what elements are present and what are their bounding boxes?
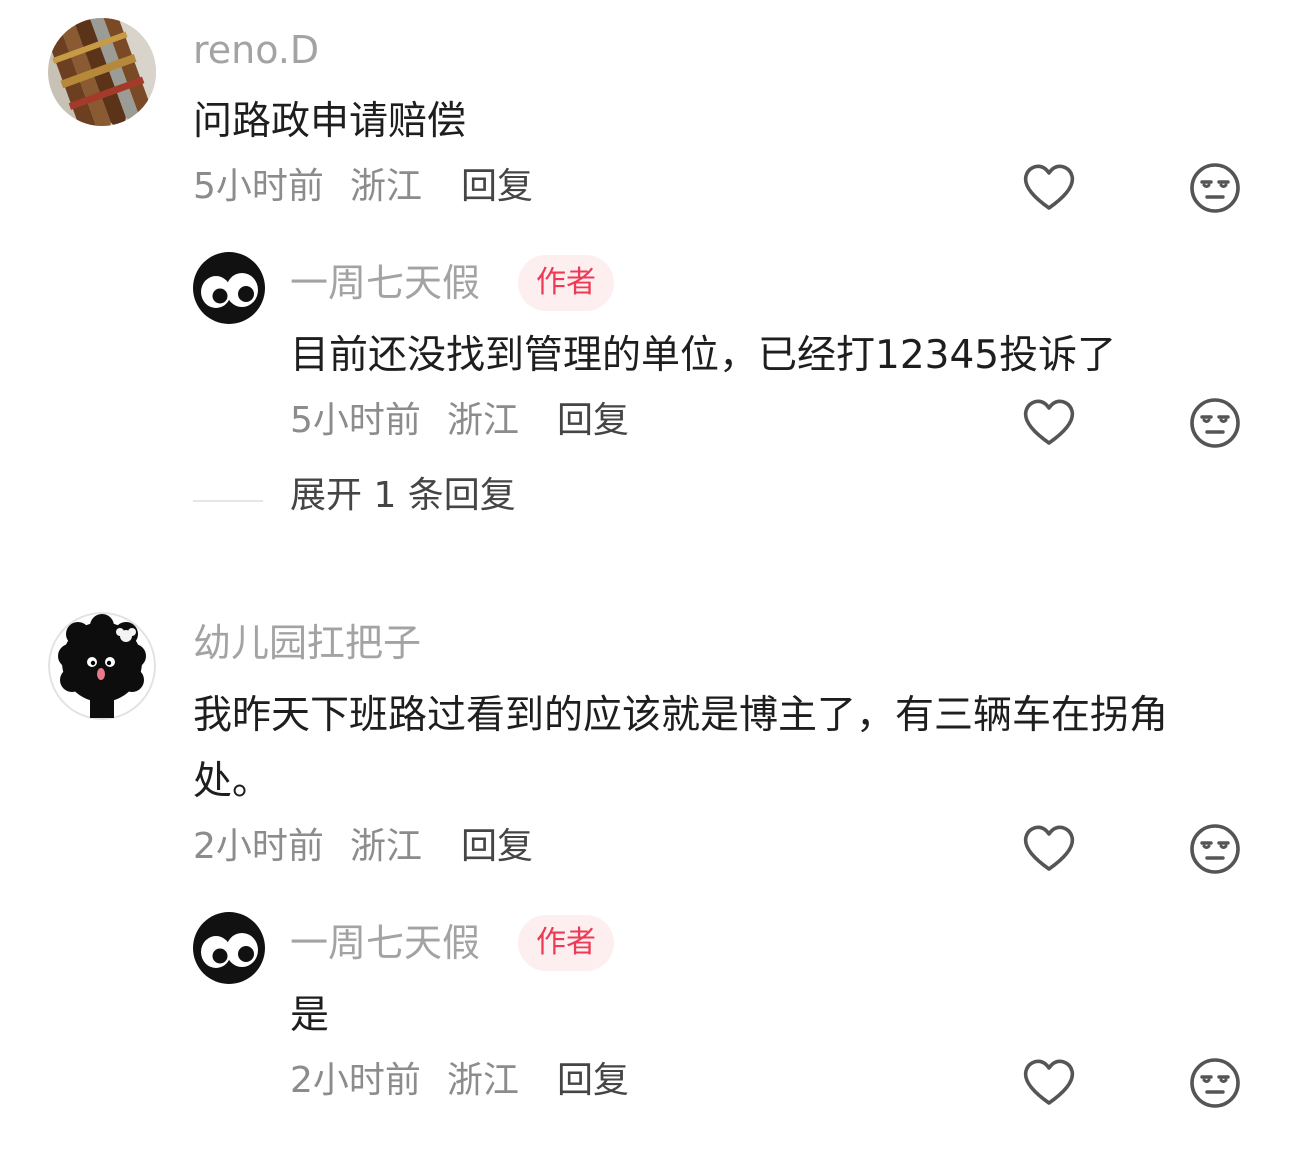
unamused-face-icon bbox=[1190, 1058, 1240, 1108]
cigar-photo-avatar-icon bbox=[48, 18, 156, 126]
dislike-button[interactable] bbox=[1187, 821, 1243, 877]
reply-location: 浙江 bbox=[447, 1060, 520, 1101]
heart-outline-icon bbox=[1023, 825, 1075, 871]
reply-time: 2小时前 bbox=[290, 1060, 421, 1101]
comment-text: 我昨天下班路过看到的应该就是博主了，有三辆车在拐角处。 bbox=[193, 693, 1169, 804]
heart-outline-icon bbox=[1023, 399, 1075, 445]
dislike-button[interactable] bbox=[1187, 1055, 1243, 1111]
comment-thread: reno.D 问路政申请赔偿 5小时前 浙江 回复 一周七天假 作者 目前还没找… bbox=[0, 0, 1290, 1157]
reply-button[interactable]: 回复 bbox=[557, 1063, 629, 1099]
avatar[interactable] bbox=[193, 252, 265, 324]
comment-location: 浙江 bbox=[350, 166, 423, 207]
like-button[interactable] bbox=[1021, 395, 1077, 451]
author-badge: 作者 bbox=[518, 915, 614, 971]
reply-text: 目前还没找到管理的单位，已经打12345投诉了 bbox=[290, 333, 1117, 378]
comment-text: 问路政申请赔偿 bbox=[193, 99, 467, 144]
avatar[interactable] bbox=[48, 612, 156, 720]
reply-location: 浙江 bbox=[447, 400, 520, 441]
avatar[interactable] bbox=[193, 912, 265, 984]
username[interactable]: 幼儿园扛把子 bbox=[193, 624, 421, 662]
author-badge: 作者 bbox=[518, 255, 614, 311]
like-button[interactable] bbox=[1021, 160, 1077, 216]
avatar[interactable] bbox=[48, 18, 156, 126]
username[interactable]: reno.D bbox=[193, 31, 319, 69]
like-button[interactable] bbox=[1021, 821, 1077, 877]
unamused-face-icon bbox=[1190, 824, 1240, 874]
reply-button[interactable]: 回复 bbox=[557, 403, 629, 439]
googly-eyes-avatar-icon bbox=[193, 912, 265, 984]
expand-divider bbox=[193, 500, 263, 502]
comment-time: 2小时前 bbox=[193, 826, 324, 867]
googly-eyes-avatar-icon bbox=[193, 252, 265, 324]
reply-time: 5小时前 bbox=[290, 400, 421, 441]
comment-time: 5小时前 bbox=[193, 166, 324, 207]
username[interactable]: 一周七天假 bbox=[290, 924, 480, 962]
username[interactable]: 一周七天假 bbox=[290, 264, 480, 302]
fluffy-black-creature-avatar-icon bbox=[48, 612, 156, 720]
like-button[interactable] bbox=[1021, 1055, 1077, 1111]
comment-location: 浙江 bbox=[350, 826, 423, 867]
unamused-face-icon bbox=[1190, 398, 1240, 448]
reply-button[interactable]: 回复 bbox=[461, 169, 533, 205]
reply-text: 是 bbox=[290, 993, 330, 1038]
heart-outline-icon bbox=[1023, 1059, 1075, 1105]
expand-replies-button[interactable]: 展开 1 条回复 bbox=[290, 478, 516, 514]
heart-outline-icon bbox=[1023, 164, 1075, 210]
dislike-button[interactable] bbox=[1187, 395, 1243, 451]
unamused-face-icon bbox=[1190, 163, 1240, 213]
reply-button[interactable]: 回复 bbox=[461, 829, 533, 865]
dislike-button[interactable] bbox=[1187, 160, 1243, 216]
